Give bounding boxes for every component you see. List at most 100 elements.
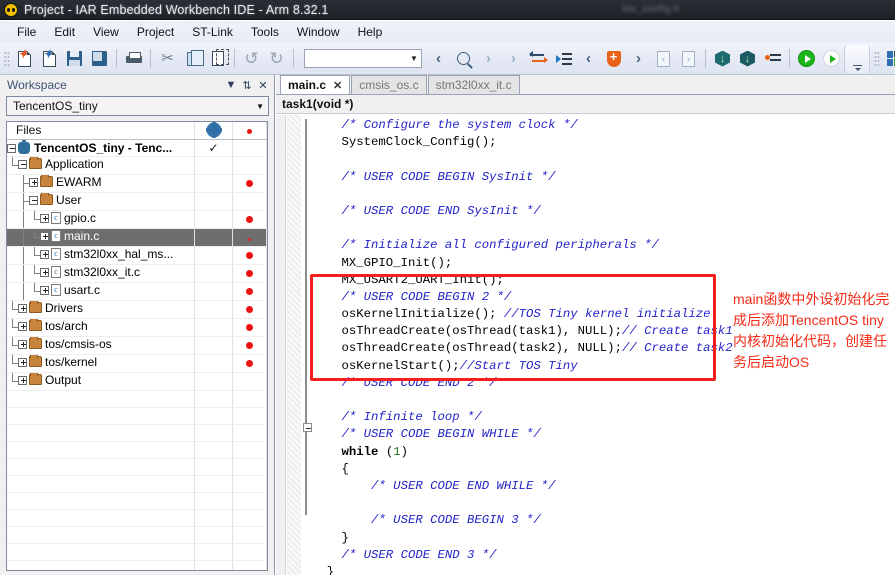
code-line: /* USER CODE BEGIN SysInit */	[312, 169, 895, 186]
back-icon[interactable]: ‹	[576, 47, 601, 71]
tree-row-tos-cmsis-os[interactable]: tos/cmsis-os	[7, 336, 267, 354]
tree-item-label: tos/cmsis-os	[45, 337, 112, 351]
navigate-back-icon[interactable]: ‹	[426, 47, 451, 71]
close-icon[interactable]: ✕	[255, 79, 271, 92]
tree-expander-plus-icon[interactable]	[18, 376, 27, 385]
tree-expander-plus-icon[interactable]	[40, 232, 49, 241]
tree-expander-plus-icon[interactable]	[18, 358, 27, 367]
go-to-definition-icon[interactable]	[526, 47, 551, 71]
menu-item-project[interactable]: Project	[128, 22, 183, 42]
tab-stm32l0xx-it-c[interactable]: stm32l0xx_it.c	[428, 75, 520, 94]
tree-row-drivers[interactable]: Drivers	[7, 300, 267, 318]
tree-row-ewarm[interactable]: EWARM	[7, 174, 267, 192]
download-active-icon[interactable]: ↓	[735, 47, 760, 71]
tree-item-name-cell: Output	[7, 372, 195, 390]
build-list-icon[interactable]	[551, 47, 576, 71]
save-all-icon[interactable]	[87, 47, 112, 71]
copy-icon[interactable]	[180, 47, 205, 71]
tree-expander-minus-icon[interactable]	[18, 160, 27, 169]
build-messages-icon[interactable]	[760, 47, 785, 71]
prev-file-icon[interactable]: ‹	[651, 47, 676, 71]
tree-branch-line	[7, 157, 18, 174]
tree-row-tencentos-tiny-tenc[interactable]: TencentOS_tiny - Tenc...✓	[7, 139, 267, 156]
new-document-icon[interactable]: ✦	[12, 47, 37, 71]
chevron-down-icon[interactable]: ▼	[223, 79, 239, 91]
code-line: /* USER CODE END SysInit */	[312, 203, 895, 220]
tree-expander-plus-icon[interactable]	[18, 322, 27, 331]
cut-icon[interactable]: ✂	[155, 47, 180, 71]
menu-item-view[interactable]: View	[84, 22, 128, 42]
tree-expander-plus-icon[interactable]	[40, 286, 49, 295]
tree-row-tos-kernel[interactable]: tos/kernel	[7, 354, 267, 372]
print-icon[interactable]	[121, 47, 146, 71]
tree-row-usart-c[interactable]: usart.c	[7, 282, 267, 300]
tree-row-stm32l0xx-hal-ms[interactable]: stm32l0xx_hal_ms...	[7, 246, 267, 264]
tree-branch-line	[7, 373, 18, 390]
menu-item-tools[interactable]: Tools	[242, 22, 288, 42]
tree-row-gpio-c[interactable]: gpio.c	[7, 210, 267, 228]
status-dot-icon	[246, 360, 253, 367]
tree-expander-plus-icon[interactable]	[29, 178, 38, 187]
tree-config-cell	[195, 300, 233, 318]
quick-search-combo[interactable]: ▼	[304, 49, 422, 68]
fold-toggle-icon[interactable]	[303, 423, 312, 432]
chevron-down-icon[interactable]: ▼	[256, 102, 264, 111]
code-line: MX_USART2_UART_Init();	[312, 272, 895, 289]
close-icon[interactable]: ✕	[333, 79, 342, 92]
project-tree[interactable]: Files TencentOS_tiny - Tenc...✓Applicati…	[6, 121, 268, 571]
redo-icon[interactable]: ↻	[264, 47, 289, 71]
breakpoint-gutter[interactable]	[276, 115, 286, 575]
menu-item-window[interactable]: Window	[288, 22, 349, 42]
tree-row-application[interactable]: Application	[7, 156, 267, 174]
tree-row-output[interactable]: Output	[7, 372, 267, 390]
tree-expander-plus-icon[interactable]	[40, 214, 49, 223]
tree-row-main-c[interactable]: main.c	[7, 228, 267, 246]
find-icon[interactable]	[451, 47, 476, 71]
navigate-forward-icon[interactable]: ›	[476, 47, 501, 71]
tree-expander-minus-icon[interactable]	[29, 196, 38, 205]
tree-status-cell	[233, 156, 267, 174]
undo-icon[interactable]: ↺	[239, 47, 264, 71]
c-file-icon	[51, 212, 61, 224]
workspace-config-dropdown[interactable]: TencentOS_tiny ▼	[6, 96, 269, 116]
paste-icon[interactable]	[205, 47, 230, 71]
tree-branch-line	[7, 229, 18, 246]
menu-item-edit[interactable]: Edit	[45, 22, 84, 42]
workspace-panel-icon[interactable]	[882, 47, 895, 71]
tree-status-cell	[233, 246, 267, 264]
pin-icon[interactable]: ⇅	[239, 79, 255, 92]
next-file-icon[interactable]: ›	[676, 47, 701, 71]
toolbar-overflow-button[interactable]	[844, 45, 870, 73]
tree-row-tos-arch[interactable]: tos/arch	[7, 318, 267, 336]
toolbar-grip[interactable]	[3, 50, 10, 68]
menu-item-st-link[interactable]: ST-Link	[183, 22, 242, 42]
tab-cmsis-os-c[interactable]: cmsis_os.c	[351, 75, 426, 94]
new-workspace-icon[interactable]: ✦	[37, 47, 62, 71]
tree-expander-plus-icon[interactable]	[40, 268, 49, 277]
menu-bar: File Edit View Project ST-Link Tools Win…	[0, 21, 895, 43]
tree-row-stm32l0xx-it-c[interactable]: stm32l0xx_it.c	[7, 264, 267, 282]
menu-item-file[interactable]: File	[8, 22, 45, 42]
run-icon[interactable]	[819, 47, 844, 71]
workspace-title: Workspace	[7, 78, 223, 92]
menu-item-help[interactable]: Help	[349, 22, 392, 42]
tree-row-user[interactable]: User	[7, 192, 267, 210]
download-and-debug-icon[interactable]	[794, 47, 819, 71]
tree-expander-minus-icon[interactable]	[7, 144, 16, 153]
forward-icon[interactable]: ›	[626, 47, 651, 71]
tree-expander-plus-icon[interactable]	[18, 304, 27, 313]
editor-tab-strip: main.c ✕ cmsis_os.c stm32l0xx_it.c	[276, 75, 895, 95]
tab-main-c[interactable]: main.c ✕	[280, 75, 350, 94]
chevron-down-icon[interactable]: ▼	[407, 54, 421, 63]
download-icon[interactable]: ↓	[710, 47, 735, 71]
navigate-forward-2-icon[interactable]: ›	[501, 47, 526, 71]
tree-expander-plus-icon[interactable]	[18, 340, 27, 349]
tree-status-cell	[233, 282, 267, 300]
gear-icon[interactable]	[195, 122, 233, 139]
tree-item-label: stm32l0xx_it.c	[64, 265, 140, 279]
make-icon[interactable]	[601, 47, 626, 71]
save-icon[interactable]	[62, 47, 87, 71]
tree-branch-line	[7, 265, 18, 282]
tree-expander-plus-icon[interactable]	[40, 250, 49, 259]
toolbar-grip-2[interactable]	[873, 50, 880, 68]
